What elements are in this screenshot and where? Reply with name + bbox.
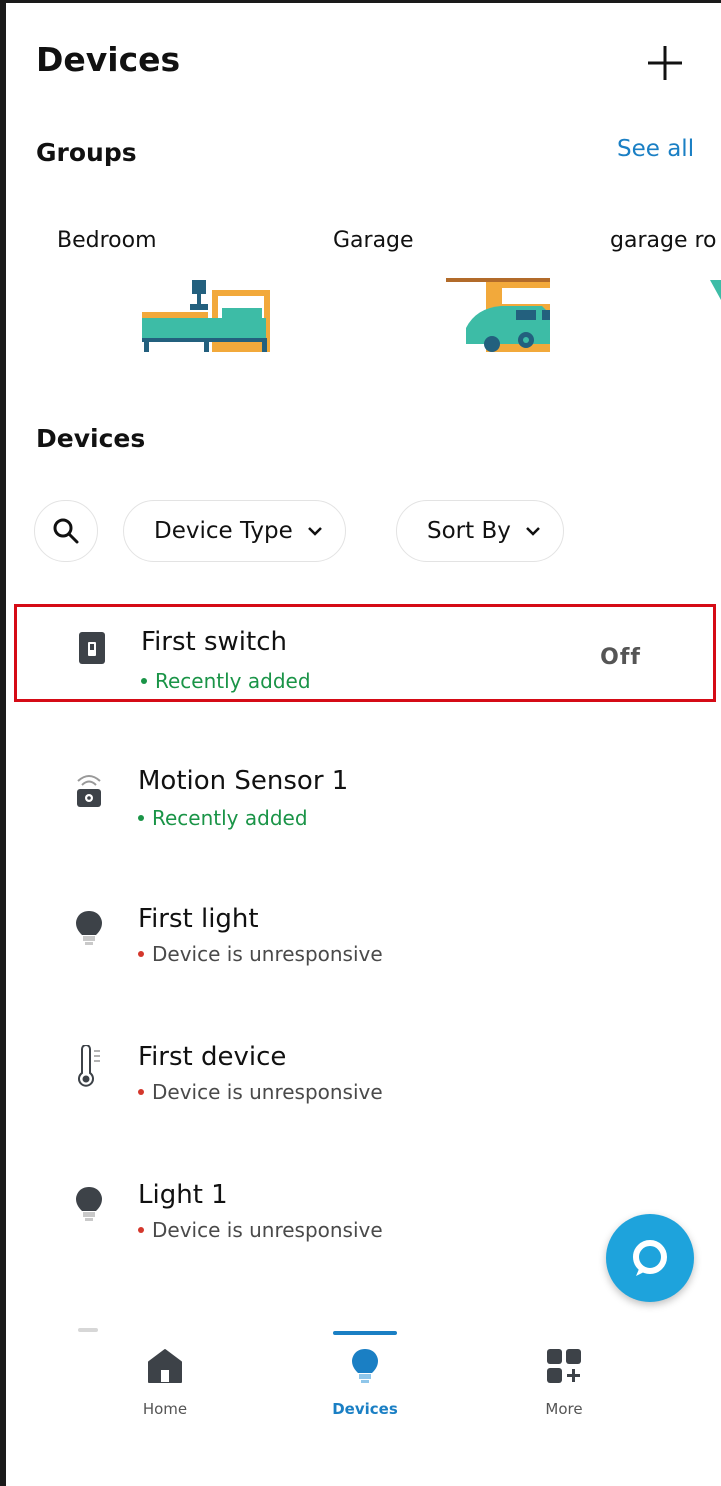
group-label: Bedroom [57,228,157,253]
device-status: Device is unresponsive [138,1218,383,1242]
nav-home[interactable]: Home [100,1340,230,1430]
motion-sensor-icon [69,764,109,814]
device-search-button[interactable] [34,500,98,562]
chevron-down-icon [525,527,540,536]
bulb-icon [69,1180,109,1230]
see-all-link[interactable]: See all [617,136,694,162]
device-row-first-light[interactable]: First light Device is unresponsive [14,880,716,978]
nav-active-indicator [333,1331,397,1335]
scroll-hint [78,1328,98,1332]
group-label: garage ro [610,228,717,253]
devices-header: Devices [36,424,146,453]
device-status: Device is unresponsive [138,1080,383,1104]
group-card-garage-room[interactable]: garage ro [610,228,721,358]
device-name: First device [138,1042,287,1072]
device-row-first-device[interactable]: First device Device is unresponsive [14,1018,716,1116]
bedroom-illustration [142,280,270,352]
nav-label: Devices [332,1400,398,1418]
group-card-bedroom[interactable]: Bedroom [56,228,286,358]
device-status: Recently added [141,669,311,693]
chevron-down-icon [307,527,322,536]
device-name: First light [138,904,259,934]
device-name: Motion Sensor 1 [138,766,349,796]
nav-label: Home [142,1400,188,1418]
plus-icon [648,46,682,80]
bulb-icon [69,904,109,954]
sort-by-label: Sort By [427,518,511,544]
group-card-garage[interactable]: Garage [333,228,563,358]
more-grid-icon [544,1346,584,1386]
device-row-motion-sensor-1[interactable]: Motion Sensor 1 Recently added [14,742,716,840]
home-icon [145,1346,185,1386]
alexa-icon [633,1240,667,1276]
switch-icon [72,623,112,673]
page-title: Devices [36,40,181,79]
device-type-filter[interactable]: Device Type [123,500,346,562]
thermometer-icon [69,1042,109,1092]
alexa-button[interactable] [606,1214,694,1302]
bulb-icon [345,1346,385,1386]
add-device-button[interactable] [642,40,688,86]
nav-devices[interactable]: Devices [300,1340,430,1430]
room-illustration [710,280,721,300]
device-name: First switch [141,627,287,657]
device-row-first-switch[interactable]: First switch Recently added Off [14,604,716,702]
device-name: Light 1 [138,1180,228,1210]
device-status: Device is unresponsive [138,942,383,966]
garage-illustration [446,278,550,352]
nav-label: More [545,1400,583,1418]
sort-by-filter[interactable]: Sort By [396,500,564,562]
groups-header: Groups [36,138,137,167]
search-icon [53,518,79,544]
device-state: Off [600,645,641,670]
device-type-label: Device Type [154,518,293,544]
group-label: Garage [333,228,414,253]
nav-more[interactable]: More [499,1340,629,1430]
device-status: Recently added [138,806,308,830]
